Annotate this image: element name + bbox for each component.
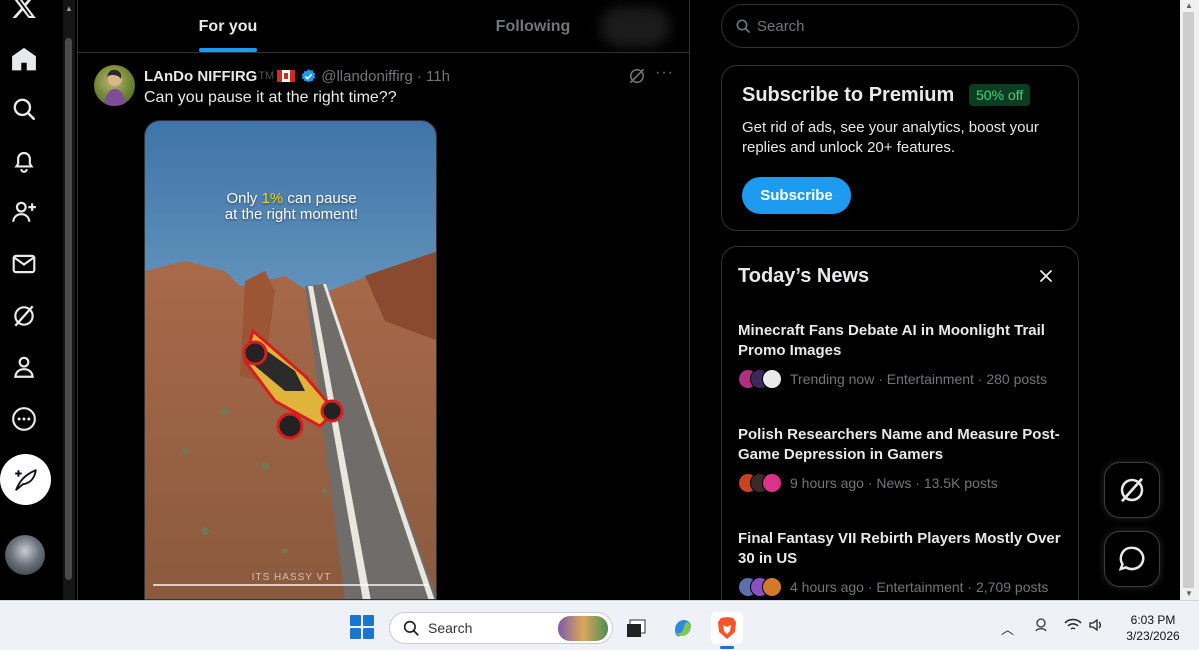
tweet-time[interactable]: · 11h (417, 68, 450, 85)
tweet-video[interactable]: Only 1% can pause at the right moment! I… (144, 120, 437, 600)
close-icon[interactable] (1036, 266, 1056, 286)
tweet-text: Can you pause it at the right time?? (144, 89, 397, 106)
tweet[interactable]: LAnDo NIFFIRG TM @llandoniffirg · 11h ··… (78, 54, 691, 600)
active-tab-indicator (199, 48, 257, 52)
canada-flag-icon (277, 70, 296, 82)
copilot-icon[interactable] (667, 612, 699, 644)
news-item[interactable]: Minecraft Fans Debate AI in Moonlight Tr… (738, 321, 1068, 389)
discount-badge: 50% off (969, 84, 1031, 106)
timeline-scrollbar[interactable]: ▲ (63, 0, 75, 600)
scroll-up-arrow-icon[interactable]: ▲ (1185, 1, 1193, 10)
caption-text-a: Only (226, 190, 262, 207)
video-caption: Only 1% can pause at the right moment! (145, 190, 436, 223)
start-button[interactable] (350, 615, 374, 639)
chat-bubble-icon (1118, 546, 1145, 571)
caption-line-2: at the right moment! (224, 206, 359, 223)
task-view-icon[interactable] (620, 612, 652, 644)
clock-date: 3/23/2026 (1126, 629, 1180, 643)
volume-icon[interactable] (1088, 618, 1104, 635)
taskbar-search[interactable]: Search (389, 612, 613, 644)
explore-icon[interactable] (4, 89, 44, 129)
tweet-author-avatar[interactable] (94, 65, 135, 106)
news-meta: Trending now · Entertainment · 280 posts (790, 371, 1048, 387)
blurred-tab-overlay (600, 7, 670, 47)
search-highlight-image[interactable] (558, 616, 608, 641)
tweet-author-handle[interactable]: @llandoniffirg (321, 68, 413, 85)
onedrive-icon[interactable] (1033, 617, 1049, 638)
caption-highlight: 1% (261, 190, 284, 207)
news-title: Today’s News (738, 265, 870, 287)
tweet-author-tm: TM (258, 70, 275, 82)
video-progress-bar[interactable] (153, 584, 428, 586)
x-logo-icon[interactable] (4, 0, 44, 27)
news-item[interactable]: Final Fantasy VII Rebirth Players Mostly… (738, 529, 1068, 597)
search-placeholder: Search (757, 17, 805, 35)
timeline-tabs: For you Following (78, 0, 689, 53)
tweet-header: LAnDo NIFFIRG TM @llandoniffirg · 11h (144, 66, 450, 86)
grok-icon[interactable] (627, 66, 647, 86)
news-headline[interactable]: Polish Researchers Name and Measure Post… (738, 425, 1068, 465)
premium-title: Subscribe to Premium (742, 84, 955, 106)
verified-badge-icon[interactable] (300, 68, 317, 85)
account-avatar[interactable] (5, 535, 45, 575)
system-clock[interactable]: 6:03 PM 3/23/2026 (1118, 612, 1188, 644)
messages-icon[interactable] (4, 244, 44, 284)
more-options-icon[interactable]: ··· (655, 64, 675, 84)
wifi-icon[interactable] (1064, 618, 1082, 635)
news-avatars (738, 473, 782, 493)
brave-browser-icon[interactable] (711, 612, 743, 644)
windows-taskbar: Search ︿ 6:03 PM 3/23/2026 (0, 600, 1199, 650)
messages-floating-button[interactable] (1104, 531, 1160, 587)
search-input[interactable]: Search (721, 4, 1079, 48)
search-icon (403, 620, 419, 636)
todays-news-card: Today’s News Minecraft Fans Debate AI in… (721, 246, 1079, 606)
news-meta: 4 hours ago · Entertainment · 2,709 post… (790, 579, 1049, 595)
scroll-down-arrow-icon[interactable]: ▼ (1185, 589, 1193, 598)
scrollbar-thumb[interactable] (1183, 12, 1194, 588)
video-watermark: ITS HASSY VT (251, 572, 332, 583)
compose-icon (14, 468, 37, 491)
premium-description: Get rid of ads, see your analytics, boos… (742, 119, 1039, 156)
grok-floating-button[interactable] (1104, 462, 1160, 518)
news-headline[interactable]: Minecraft Fans Debate AI in Moonlight Tr… (738, 321, 1068, 361)
grok-icon (1120, 477, 1144, 503)
news-meta: 9 hours ago · News · 13.5K posts (790, 475, 998, 491)
active-app-indicator (720, 646, 734, 649)
more-icon[interactable] (4, 399, 44, 439)
news-avatars (738, 369, 782, 389)
subscribe-button[interactable]: Subscribe (742, 177, 851, 214)
left-nav (0, 0, 60, 600)
profile-icon[interactable] (4, 347, 44, 387)
tab-for-you[interactable]: For you (78, 0, 378, 53)
notifications-icon[interactable] (4, 141, 44, 181)
search-icon (736, 19, 750, 33)
page-scrollbar[interactable]: ▲ ▼ (1180, 0, 1199, 600)
follow-icon[interactable] (4, 192, 44, 232)
scroll-up-arrow-icon[interactable]: ▲ (65, 4, 73, 13)
news-headline[interactable]: Final Fantasy VII Rebirth Players Mostly… (738, 529, 1068, 569)
news-avatars (738, 577, 782, 597)
show-hidden-icons-chevron-icon[interactable]: ︿ (1001, 619, 1014, 638)
compose-button[interactable] (0, 454, 51, 505)
premium-card: Subscribe to Premium 50% off Get rid of … (721, 65, 1079, 231)
clock-time: 6:03 PM (1130, 613, 1176, 627)
news-item[interactable]: Polish Researchers Name and Measure Post… (738, 425, 1068, 493)
grok-icon[interactable] (4, 296, 44, 336)
home-icon[interactable] (4, 39, 44, 79)
scrollbar-thumb[interactable] (65, 38, 72, 580)
timeline: For you Following LAnDo NIFFIRG TM @llan… (77, 0, 690, 600)
taskbar-search-label: Search (428, 620, 473, 636)
caption-text-b: can pause (283, 190, 357, 207)
tweet-author-name[interactable]: LAnDo NIFFIRG (144, 68, 257, 85)
